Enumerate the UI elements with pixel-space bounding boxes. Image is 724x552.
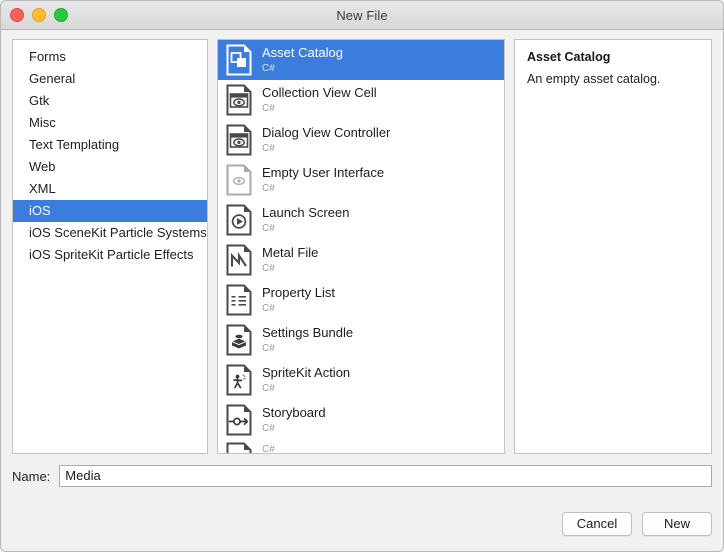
category-label: iOS SceneKit Particle Systems	[29, 225, 207, 240]
category-label: Text Templating	[29, 137, 120, 152]
empty-user-interface-icon	[226, 164, 252, 196]
template-item-settings-bundle[interactable]: Settings Bundle C#	[218, 320, 504, 360]
template-text: Asset Catalog C#	[262, 46, 343, 73]
category-list[interactable]: Forms General Gtk Misc Text Templating W…	[12, 39, 208, 454]
template-item-spritekit-action[interactable]: SpriteKit Action C#	[218, 360, 504, 400]
template-name: SpriteKit Action	[262, 366, 351, 381]
template-language: C#	[262, 142, 275, 154]
template-language: C#	[262, 62, 275, 74]
category-item-web[interactable]: Web	[13, 156, 207, 178]
category-label: Misc	[29, 115, 56, 130]
dialog-body: Forms General Gtk Misc Text Templating W…	[1, 30, 723, 454]
template-language: C#	[262, 182, 275, 194]
template-item-empty-user-interface[interactable]: Empty User Interface C#	[218, 160, 504, 200]
template-item-storyboard[interactable]: Storyboard C#	[218, 400, 504, 440]
name-input[interactable]	[59, 465, 712, 487]
dialog-footer: Name: Cancel New	[1, 454, 723, 551]
category-label: Gtk	[29, 93, 50, 108]
category-item-gtk[interactable]: Gtk	[13, 90, 207, 112]
template-text: Collection View Cell C#	[262, 86, 377, 113]
launch-screen-icon	[226, 204, 252, 236]
window-controls	[10, 1, 68, 29]
template-item-asset-catalog[interactable]: Asset Catalog C#	[218, 40, 504, 80]
settings-bundle-icon	[226, 324, 252, 356]
category-label: iOS	[29, 203, 51, 218]
detail-panel: Asset Catalog An empty asset catalog.	[514, 39, 712, 454]
storyboard-icon	[226, 404, 252, 436]
category-item-general[interactable]: General	[13, 68, 207, 90]
close-button[interactable]	[10, 8, 24, 22]
template-item-metal-file[interactable]: Metal File C#	[218, 240, 504, 280]
template-text: Storyboard C#	[262, 406, 326, 433]
template-list-scroll[interactable]: Asset Catalog C# Collection View Cell C#…	[218, 40, 504, 453]
template-item-partial[interactable]: C#	[218, 440, 504, 453]
asset-catalog-icon	[226, 44, 252, 76]
category-item-ios-scenekit-particle-systems[interactable]: iOS SceneKit Particle Systems	[13, 222, 207, 244]
template-text: Launch Screen C#	[262, 206, 349, 233]
footer-buttons: Cancel New	[562, 512, 712, 536]
template-name: Dialog View Controller	[262, 126, 391, 141]
category-item-ios[interactable]: iOS	[13, 200, 207, 222]
template-text: SpriteKit Action C#	[262, 366, 350, 393]
template-language: C#	[262, 302, 275, 314]
template-text: Empty User Interface C#	[262, 166, 384, 193]
template-name: Property List	[262, 286, 335, 301]
template-language: C#	[262, 102, 275, 114]
template-list[interactable]: Asset Catalog C# Collection View Cell C#…	[217, 39, 505, 454]
name-row: Name:	[12, 454, 712, 487]
category-item-ios-spritekit-particle-effects[interactable]: iOS SpriteKit Particle Effects	[13, 244, 207, 266]
category-label: Web	[29, 159, 56, 174]
template-name: Settings Bundle	[262, 326, 354, 341]
category-item-forms[interactable]: Forms	[13, 46, 207, 68]
template-language: C#	[262, 382, 275, 394]
template-language: C#	[262, 262, 275, 274]
metal-file-icon	[226, 244, 252, 276]
template-name: Storyboard	[262, 406, 326, 421]
template-item-dialog-view-controller[interactable]: Dialog View Controller C#	[218, 120, 504, 160]
detail-title: Asset Catalog	[527, 50, 611, 64]
category-item-text-templating[interactable]: Text Templating	[13, 134, 207, 156]
template-name: Collection View Cell	[262, 86, 377, 101]
collection-view-cell-icon	[226, 84, 252, 116]
category-label: Forms	[29, 49, 66, 64]
template-language: C#	[262, 444, 275, 453]
template-name: Launch Screen	[262, 206, 350, 221]
maximize-button[interactable]	[54, 8, 68, 22]
category-item-misc[interactable]: Misc	[13, 112, 207, 134]
category-item-xml[interactable]: XML	[13, 178, 207, 200]
cancel-button[interactable]: Cancel	[562, 512, 632, 536]
template-text: Settings Bundle C#	[262, 326, 353, 353]
template-item-collection-view-cell[interactable]: Collection View Cell C#	[218, 80, 504, 120]
category-label: iOS SpriteKit Particle Effects	[29, 247, 194, 262]
template-text: Metal File C#	[262, 246, 318, 273]
spritekit-action-icon	[226, 364, 252, 396]
name-label: Name:	[12, 468, 51, 484]
title-bar: New File	[1, 1, 723, 30]
template-name: Metal File	[262, 246, 319, 261]
template-language: C#	[262, 342, 275, 354]
dialog-view-controller-icon	[226, 124, 252, 156]
template-name: Asset Catalog	[262, 46, 343, 61]
property-list-icon	[226, 284, 252, 316]
new-button[interactable]: New	[642, 512, 712, 536]
template-item-property-list[interactable]: Property List C#	[218, 280, 504, 320]
template-text: C#	[262, 442, 275, 453]
template-language: C#	[262, 222, 275, 234]
new-file-dialog: New File Forms General Gtk Misc Text Tem…	[0, 0, 724, 552]
document-icon	[226, 442, 252, 453]
detail-description: An empty asset catalog.	[527, 72, 661, 86]
template-text: Dialog View Controller C#	[262, 126, 390, 153]
minimize-button[interactable]	[32, 8, 46, 22]
template-text: Property List C#	[262, 286, 335, 313]
template-name: Empty User Interface	[262, 166, 385, 181]
template-item-launch-screen[interactable]: Launch Screen C#	[218, 200, 504, 240]
category-label: General	[29, 71, 76, 86]
template-language: C#	[262, 422, 275, 434]
window-title: New File	[336, 7, 388, 23]
category-label: XML	[29, 181, 56, 196]
